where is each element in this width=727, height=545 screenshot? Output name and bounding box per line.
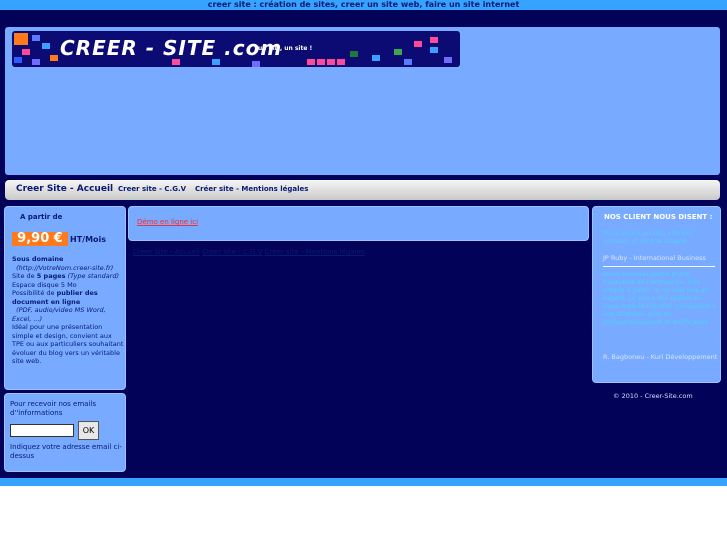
logo-square — [22, 49, 30, 55]
content-home-link[interactable]: Creer Site - Accueil — [133, 248, 200, 256]
newsletter-note: Indiquez votre adresse email ci-dessus — [10, 443, 122, 460]
price-unit: HT/Mois — [70, 235, 107, 244]
pages-prefix: Site de — [12, 272, 37, 280]
testimonial-divider — [603, 266, 715, 267]
pages-type: (Type standard) — [67, 272, 120, 280]
nav-mentions-link[interactable]: Créer site - Mentions légales — [195, 185, 308, 193]
bottom-strip — [0, 478, 727, 486]
testimonial-quote: Nous sommes partis d'une maquette de l'e… — [603, 270, 717, 326]
logo-square — [42, 43, 50, 49]
nav-cgv-link[interactable]: Creer site - C.G.V — [118, 185, 186, 193]
price-badge: 9,90 € — [12, 232, 68, 246]
subdomain-example: (http://VotreNom.creer-site.fr) — [16, 263, 114, 272]
logo-square — [14, 33, 28, 45]
logo-square — [430, 37, 438, 43]
testimonials-panel: NOS CLIENT NOUS DISENT : Nous avons eu t… — [592, 206, 721, 383]
logo-square — [430, 47, 438, 53]
newsletter-panel: Pour recevoir nos emails d''informations… — [4, 393, 126, 472]
offer-ideal-text: Idéal pour une présentation simple et de… — [12, 323, 124, 365]
logo-square — [372, 55, 380, 61]
logo-square — [14, 57, 22, 63]
logo-square — [414, 41, 422, 47]
formats-label: (PDF, audio/video MS Word, Excel, ...) — [12, 306, 106, 323]
copyright-text: © 2010 - Creer-Site.com — [613, 392, 693, 400]
demo-link[interactable]: Démo en ligne ici — [137, 218, 198, 226]
testimonials-title: NOS CLIENT NOUS DISENT : — [604, 213, 713, 221]
content-cgv-link[interactable]: Creer site - C.G.V — [202, 248, 263, 256]
logo-slogan: un clic, un site ! — [258, 45, 313, 52]
pages-count: 5 pages — [36, 272, 66, 280]
logo-square — [307, 59, 315, 65]
email-input[interactable] — [10, 424, 74, 437]
logo-square — [50, 55, 58, 61]
logo-square — [32, 35, 40, 41]
top-tagline: creer site : création de sites, creer un… — [207, 0, 520, 9]
logo-square — [444, 57, 452, 63]
offer-from-label: A partir de — [20, 213, 63, 221]
newsletter-intro: Pour recevoir nos emails d''informations — [10, 400, 96, 417]
logo-square — [317, 59, 325, 65]
site-logo-banner[interactable]: CREER - SITE .com un clic, un site ! — [12, 31, 460, 67]
subdomain-label: Sous domaine — [12, 255, 64, 263]
publish-prefix: Possibilité de — [12, 289, 57, 297]
navigation-bar: Creer Site - Accueil Creer site - C.G.V … — [5, 180, 720, 200]
logo-square — [394, 49, 402, 55]
testimonial-author: R. Bagboneu - Kuri Développement — [603, 353, 718, 361]
ok-button[interactable]: OK — [78, 421, 99, 440]
testimonial-author: JP Ruby - International Business — [603, 254, 706, 262]
logo-text: CREER - SITE .com — [60, 36, 283, 60]
logo-square — [404, 59, 412, 65]
logo-square — [350, 51, 358, 57]
testimonial-quote: Nous avons eu très vite nos conseils et … — [603, 229, 694, 245]
offer-description: Sous domaine (http://VotreNom.creer-site… — [12, 255, 124, 366]
logo-square — [252, 61, 260, 67]
content-mentions-link[interactable]: Créer site - Mentions légales — [265, 248, 365, 256]
content-links: Creer Site - Accueil Creer site - C.G.V … — [133, 248, 365, 256]
offer-panel: A partir de 9,90 € HT/Mois Sous domaine … — [4, 206, 126, 390]
logo-square — [32, 59, 40, 65]
logo-square — [327, 59, 335, 65]
logo-square — [337, 59, 345, 65]
content-panel: Démo en ligne ici — [128, 206, 589, 241]
nav-home-link[interactable]: Creer Site - Accueil — [16, 184, 113, 194]
disk-space: Espace disque 5 Mo — [12, 280, 77, 289]
